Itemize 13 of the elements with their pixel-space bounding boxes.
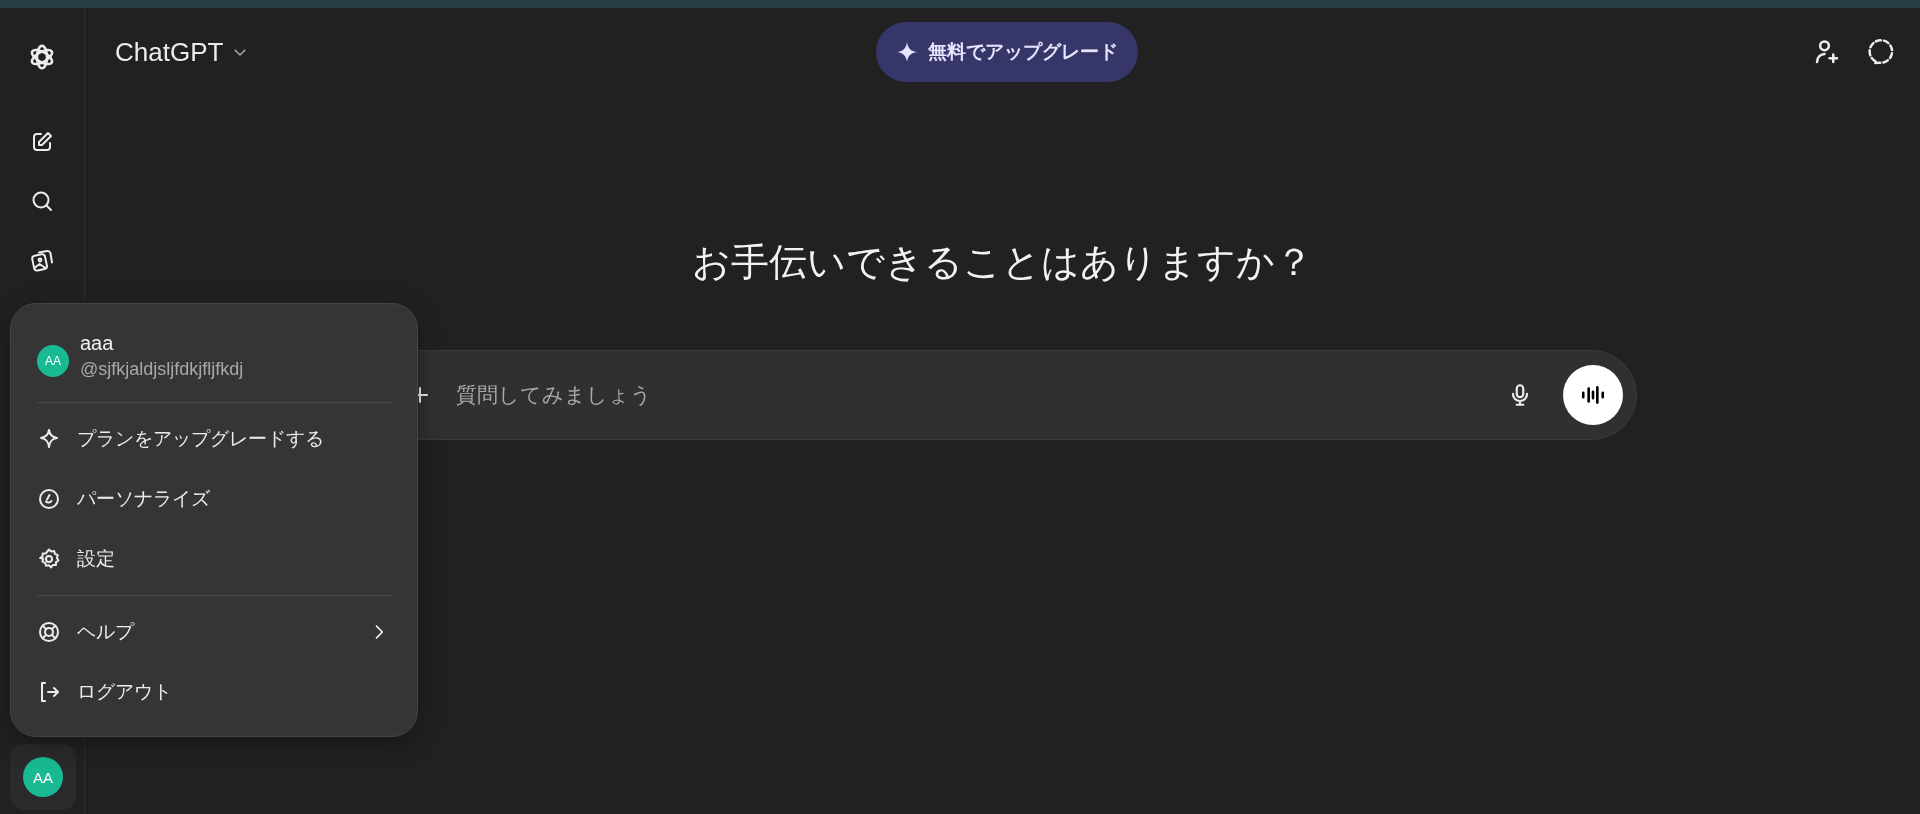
menu-item[interactable]: パーソナライズ xyxy=(11,469,417,529)
model-selector[interactable]: ChatGPT xyxy=(115,36,250,68)
menu-item[interactable]: 設定 xyxy=(11,529,417,589)
upgrade-button[interactable]: 無料でアップグレード xyxy=(875,22,1138,82)
avatar: AA xyxy=(23,757,63,797)
message-input[interactable]: 質問してみましょう xyxy=(453,374,1507,416)
user-handle: @sjfkjaldjsljfdkjfljfkdj xyxy=(80,358,244,381)
menu-item[interactable]: ヘルプ xyxy=(11,602,417,662)
menu-item[interactable]: プランをアップグレードする xyxy=(11,409,417,469)
avatar: AA xyxy=(37,345,69,377)
greeting-heading: お手伝いできることはありますか？ xyxy=(691,240,1314,285)
user-name: aaa xyxy=(80,331,115,356)
menu-item[interactable]: ログアウト xyxy=(11,662,417,722)
